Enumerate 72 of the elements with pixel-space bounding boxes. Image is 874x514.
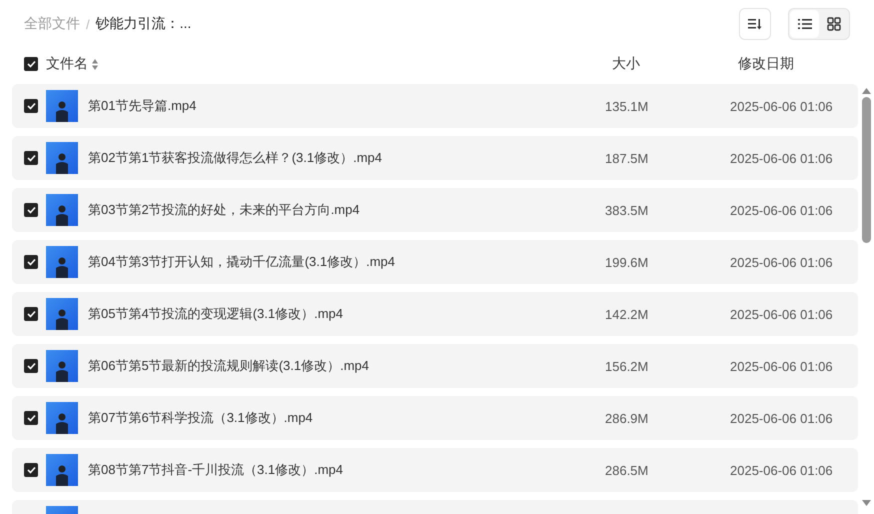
file-row[interactable]: 第05节第4节投流的变现逻辑(3.1修改）.mp4 142.2M 2025-06-06 01:06 — [12, 292, 858, 336]
scroll-down-arrow-icon[interactable] — [862, 500, 870, 506]
video-thumbnail-placeholder — [46, 142, 78, 174]
file-row[interactable]: 第07节第6节科学投流（3.1修改）.mp4 286.9M 2025-06-06 01:06 — [12, 396, 858, 440]
file-date: 2025-06-06 01:06 — [730, 98, 834, 114]
video-thumbnail-placeholder — [46, 246, 78, 278]
list-icon — [798, 18, 812, 30]
file-size: 286.9M — [605, 410, 650, 426]
checkmark-icon — [26, 310, 36, 318]
column-header[interactable]: 大小 — [612, 55, 738, 73]
scroll-up-arrow-icon[interactable] — [862, 88, 870, 94]
checkmark-icon — [26, 102, 36, 110]
file-name: 第04节第3节打开认知，撬动千亿流量(3.1修改）.mp4 — [88, 253, 396, 271]
file-checkbox[interactable] — [24, 359, 38, 373]
file-size: 199.6M — [605, 254, 650, 270]
file-checkbox[interactable] — [24, 307, 38, 321]
file-checkbox[interactable] — [24, 411, 38, 425]
file-row[interactable]: 第04节第3节打开认知，撬动千亿流量(3.1修改）.mp4 199.6M 2025-06-06 01:06 — [12, 240, 858, 284]
list-view-button[interactable] — [790, 10, 819, 38]
file-checkbox[interactable] — [24, 203, 38, 217]
file-name: 第08节第7节抖音-千川投流（3.1修改）.mp4 — [88, 461, 344, 479]
file-row[interactable]: 第08节第7节抖音-千川投流（3.1修改）.mp4 286.5M 2025-06-06 01:06 — [12, 448, 858, 492]
sort-arrows-icon — [92, 58, 98, 70]
breadcrumb-item[interactable]: 钞能力引流：... — [96, 15, 192, 33]
checkmark-icon — [26, 362, 36, 370]
file-size: 156.2M — [605, 358, 650, 374]
file-date: 2025-06-06 01:06 — [730, 410, 834, 426]
breadcrumb-separator: / — [86, 16, 90, 32]
sort-icon — [748, 18, 762, 30]
file-size: 383.5M — [605, 202, 650, 218]
file-row[interactable]: 第06节第5节最新的投流规则解读(3.1修改）.mp4 156.2M 2025-06-06 01:06 — [12, 344, 858, 388]
file-date: 2025-06-06 01:06 — [730, 306, 834, 322]
checkmark-icon — [26, 466, 36, 474]
column-header[interactable]: 修改日期 — [738, 55, 874, 73]
sort-button[interactable] — [739, 8, 771, 40]
video-thumbnail-placeholder — [46, 90, 78, 122]
file-name: 第07节第6节科学投流（3.1修改）.mp4 — [88, 409, 314, 427]
checkmark-icon — [26, 60, 36, 68]
file-checkbox[interactable] — [24, 99, 38, 113]
file-name: 第01节先导篇.mp4 — [88, 97, 198, 115]
file-size: 142.2M — [605, 306, 650, 322]
file-checkbox[interactable] — [24, 463, 38, 477]
file-size: 286.5M — [605, 462, 650, 478]
checkmark-icon — [26, 154, 36, 162]
column-header[interactable]: 文件名 — [46, 55, 88, 73]
video-thumbnail-placeholder — [46, 194, 78, 226]
file-name: 第06节第5节最新的投流规则解读(3.1修改）.mp4 — [88, 357, 370, 375]
file-date: 2025-06-06 01:06 — [730, 202, 834, 218]
video-thumbnail-placeholder — [46, 402, 78, 434]
file-checkbox[interactable] — [24, 255, 38, 269]
file-row[interactable]: 第03节第2节投流的好处，未来的平台方向.mp4 383.5M 2025-06-06 01:06 — [12, 188, 858, 232]
file-row[interactable]: 第02节第1节获客投流做得怎么样？(3.1修改）.mp4 187.5M 2025-06-06 01:06 — [12, 136, 858, 180]
file-date: 2025-06-06 01:06 — [730, 462, 834, 478]
file-checkbox[interactable] — [24, 151, 38, 165]
video-thumbnail-placeholder — [46, 350, 78, 382]
file-size: 135.1M — [605, 98, 650, 114]
video-thumbnail-placeholder — [46, 298, 78, 330]
file-row[interactable]: 第01节先导篇.mp4 135.1M 2025-06-06 01:06 — [12, 84, 858, 128]
file-name: 第05节第4节投流的变现逻辑(3.1修改）.mp4 — [88, 305, 344, 323]
file-date: 2025-06-06 01:06 — [730, 150, 834, 166]
file-date: 2025-06-06 01:06 — [730, 358, 834, 374]
file-name: 第02节第1节获客投流做得怎么样？(3.1修改）.mp4 — [88, 149, 383, 167]
checkmark-icon — [26, 258, 36, 266]
file-date: 2025-06-06 01:06 — [730, 254, 834, 270]
checkmark-icon — [26, 414, 36, 422]
grid-icon — [826, 17, 840, 31]
checkmark-icon — [26, 206, 36, 214]
scrollbar-thumb[interactable] — [862, 97, 870, 243]
file-size: 187.5M — [605, 150, 650, 166]
select-all-checkbox[interactable] — [24, 57, 38, 71]
file-name: 第03节第2节投流的好处，未来的平台方向.mp4 — [88, 201, 361, 219]
video-thumbnail-placeholder — [46, 454, 78, 486]
